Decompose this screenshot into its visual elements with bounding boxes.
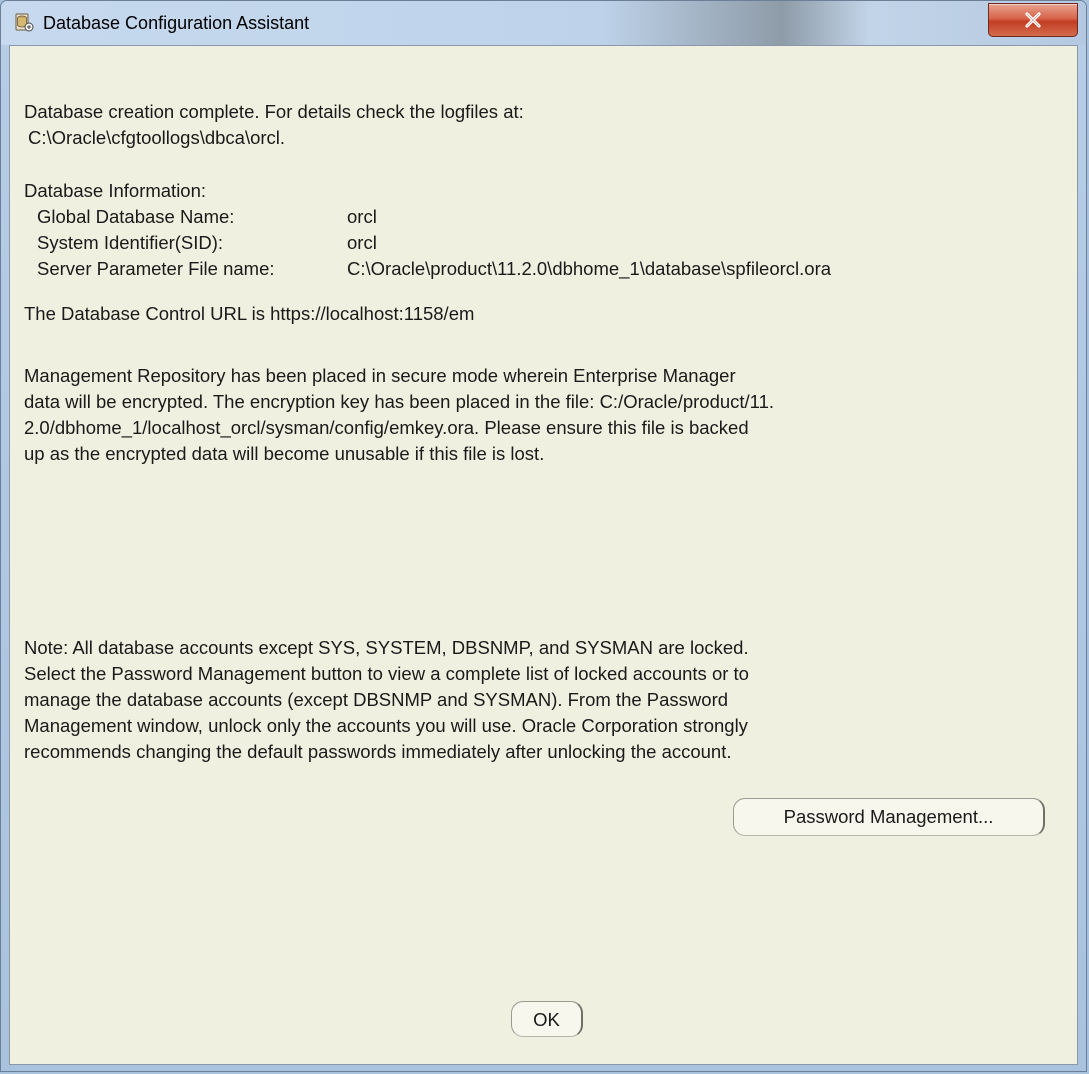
spfile-label: Server Parameter File name:	[37, 258, 275, 279]
title-bar[interactable]: Database Configuration Assistant	[1, 1, 1086, 45]
global-db-name-label: Global Database Name:	[37, 206, 235, 227]
close-button[interactable]	[988, 3, 1078, 37]
note-line: Management window, unlock only the accou…	[24, 715, 748, 736]
close-icon	[1025, 12, 1041, 28]
control-url-text: The Database Control URL is https://loca…	[24, 303, 475, 324]
database-assistant-icon	[14, 13, 34, 33]
note-line: recommends changing the default password…	[24, 741, 732, 762]
logfile-path: C:\Oracle\cfgtoollogs\dbca\orcl.	[28, 127, 286, 148]
dialog-window: Database Configuration Assistant Databas…	[0, 0, 1087, 1072]
note-line: Select the Password Management button to…	[24, 663, 749, 684]
sid-value: orcl	[347, 232, 377, 253]
repo-line: Management Repository has been placed in…	[24, 365, 736, 386]
password-management-button[interactable]: Password Management...	[733, 798, 1045, 836]
repo-line: 2.0/dbhome_1/localhost_orcl/sysman/confi…	[24, 417, 749, 438]
ok-button[interactable]: OK	[511, 1001, 583, 1037]
dialog-content: Database creation complete. For details …	[9, 45, 1078, 1065]
repo-line: up as the encrypted data will become unu…	[24, 443, 545, 464]
note-line: Note: All database accounts except SYS, …	[24, 637, 749, 658]
spfile-value: C:\Oracle\product\11.2.0\dbhome_1\databa…	[347, 258, 832, 279]
note-line: manage the database accounts (except DBS…	[24, 689, 729, 710]
repo-line: data will be encrypted. The encryption k…	[24, 391, 775, 412]
info-heading: Database Information:	[24, 180, 207, 201]
sid-label: System Identifier(SID):	[37, 232, 224, 253]
window-title: Database Configuration Assistant	[43, 13, 310, 33]
completion-message: Database creation complete. For details …	[24, 101, 524, 122]
global-db-name-value: orcl	[347, 206, 377, 227]
